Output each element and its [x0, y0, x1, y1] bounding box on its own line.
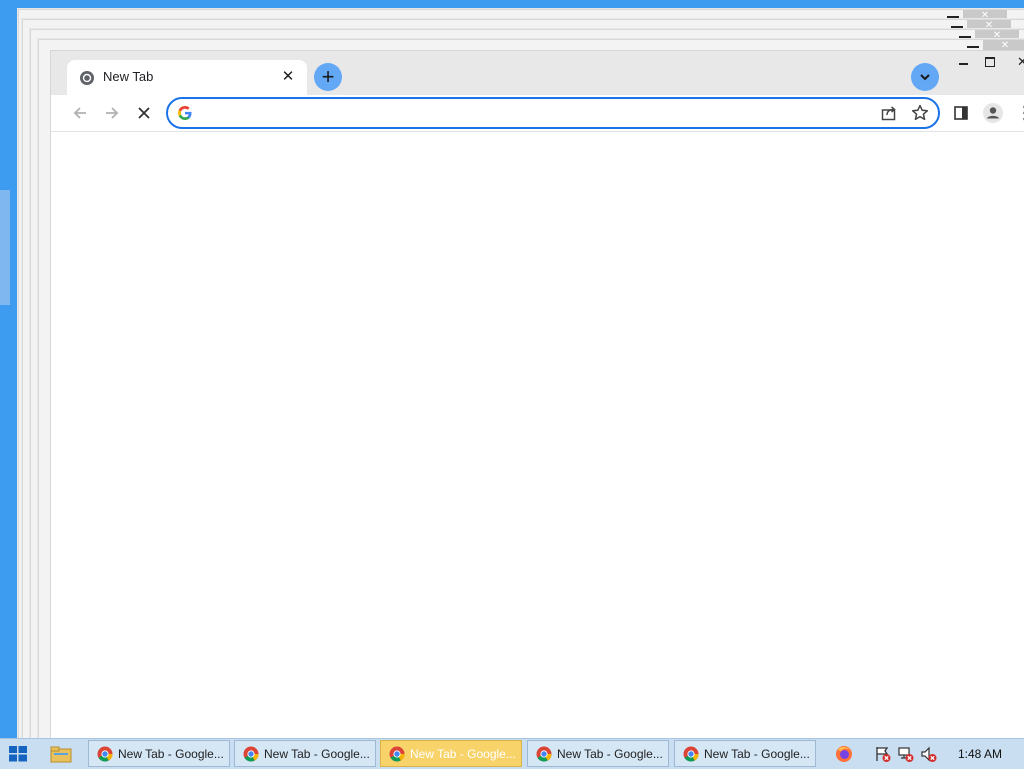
address-bar[interactable]	[166, 97, 940, 129]
address-input[interactable]	[202, 102, 846, 126]
close-icon	[138, 107, 150, 119]
background-window-edge	[0, 190, 10, 305]
taskbar-item-chrome[interactable]: New Tab - Google...	[234, 740, 376, 767]
google-g-icon	[178, 106, 192, 120]
new-tab-button[interactable]: +	[314, 63, 342, 91]
minimize-window-button[interactable]	[959, 63, 968, 65]
taskbar: New Tab - Google... New Tab - Google... …	[0, 738, 1024, 769]
maximize-window-button[interactable]	[985, 57, 995, 67]
page-content	[51, 132, 1024, 741]
taskbar-item-label: New Tab - Google...	[410, 746, 516, 761]
minimize-icon[interactable]	[967, 46, 979, 48]
taskbar-item-label: New Tab - Google...	[557, 746, 663, 761]
tab-search-button[interactable]	[911, 63, 939, 91]
side-panel-icon	[954, 106, 968, 120]
menu-button[interactable]	[1013, 101, 1024, 125]
chrome-icon	[536, 746, 552, 762]
tab-strip: New Tab ✕ + ✕	[51, 51, 1024, 95]
side-panel-button[interactable]	[949, 101, 973, 125]
chevron-down-icon	[920, 74, 930, 81]
star-icon[interactable]	[910, 103, 930, 123]
tab-new-tab[interactable]: New Tab ✕	[67, 60, 307, 95]
close-window-button[interactable]: ✕	[1017, 54, 1024, 69]
avatar-icon	[983, 103, 1003, 123]
browser-toolbar	[51, 95, 1024, 132]
forward-button[interactable]	[100, 101, 124, 125]
arrow-right-icon	[106, 107, 119, 119]
minimize-icon[interactable]	[959, 36, 971, 38]
taskbar-item-label: New Tab - Google...	[264, 746, 370, 761]
taskbar-clock[interactable]: 1:48 AM	[958, 747, 1002, 761]
minimize-icon[interactable]	[951, 26, 963, 28]
taskbar-item-label: New Tab - Google...	[704, 746, 810, 761]
chrome-icon	[97, 746, 113, 762]
arrow-left-icon	[73, 107, 86, 119]
taskbar-item-chrome[interactable]: New Tab - Google...	[674, 740, 816, 767]
action-center-flag-icon[interactable]	[874, 745, 892, 763]
taskbar-item-chrome-active[interactable]: New Tab - Google...	[380, 740, 522, 767]
volume-muted-icon[interactable]	[920, 745, 938, 763]
back-button[interactable]	[68, 101, 92, 125]
profile-button[interactable]	[981, 101, 1005, 125]
taskbar-item-chrome[interactable]: New Tab - Google...	[88, 740, 230, 767]
tab-title: New Tab	[103, 69, 154, 84]
chrome-icon	[243, 746, 259, 762]
windows-start-icon[interactable]	[8, 745, 28, 763]
minimize-icon[interactable]	[947, 16, 959, 18]
file-explorer-icon[interactable]	[50, 744, 72, 764]
share-icon[interactable]	[880, 104, 898, 122]
chrome-icon	[389, 746, 405, 762]
browser-window: New Tab ✕ + ✕	[50, 50, 1024, 742]
close-tab-icon[interactable]: ✕	[279, 68, 297, 86]
taskbar-item-label: New Tab - Google...	[118, 746, 224, 761]
firefox-icon[interactable]	[835, 745, 853, 763]
taskbar-item-chrome[interactable]: New Tab - Google...	[527, 740, 669, 767]
network-icon[interactable]	[897, 745, 915, 763]
chrome-favicon-icon	[80, 71, 94, 85]
stop-loading-button[interactable]	[132, 101, 156, 125]
chrome-icon	[683, 746, 699, 762]
